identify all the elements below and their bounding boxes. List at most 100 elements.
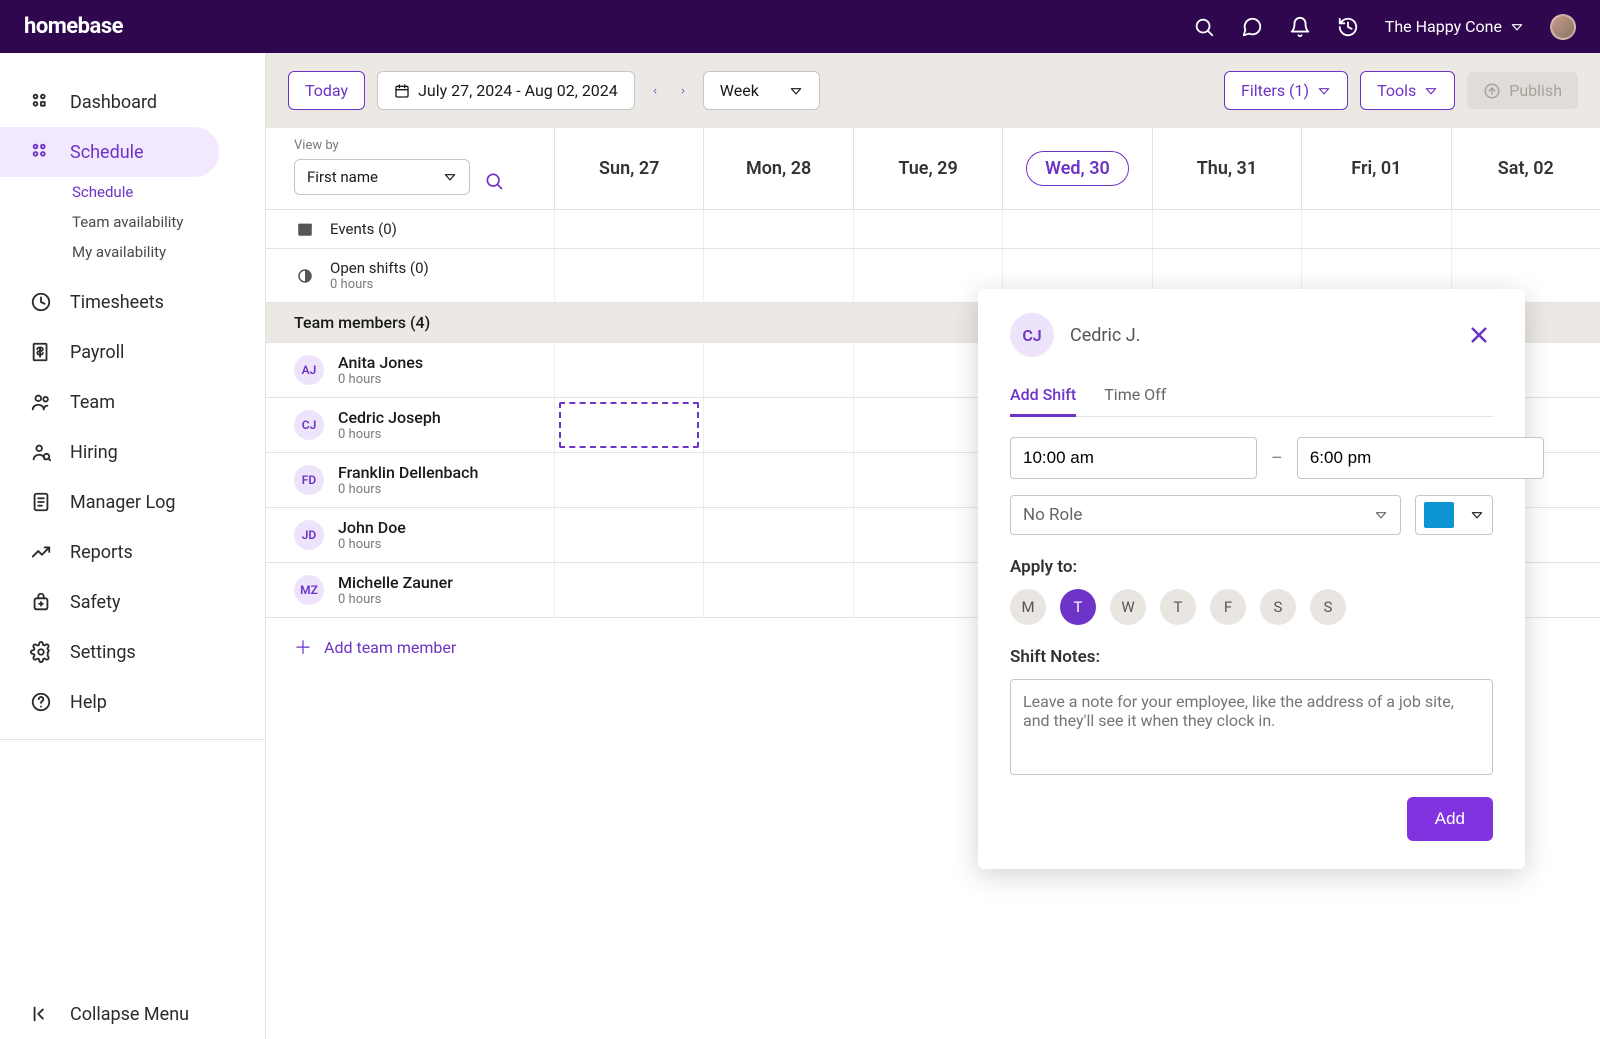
day-chip-m[interactable]: M [1010,589,1046,625]
nav-team[interactable]: Team [0,377,265,427]
events-label: Events (0) [330,220,397,238]
cell[interactable] [1152,210,1301,248]
day-chip-f[interactable]: F [1210,589,1246,625]
cell[interactable] [703,210,852,248]
nav-payroll[interactable]: Payroll [0,327,265,377]
subnav-schedule[interactable]: Schedule [0,177,265,207]
viewby-label: View by [294,138,540,153]
member-name[interactable]: Cedric Joseph [338,408,441,427]
sidebar: Dashboard Schedule Schedule Team availab… [0,53,266,1039]
collapse-menu[interactable]: Collapse Menu [0,989,265,1039]
nav-settings[interactable]: Settings [0,627,265,677]
cell[interactable] [703,249,852,302]
history-icon[interactable] [1337,16,1359,38]
chevron-down-icon [789,84,803,98]
daterange-picker[interactable]: July 27, 2024 - Aug 02, 2024 [377,71,635,110]
day-chip-t[interactable]: T [1060,589,1096,625]
nav-hiring[interactable]: Hiring [0,427,265,477]
color-select[interactable] [1415,495,1493,535]
tab-time-off[interactable]: Time Off [1104,375,1166,417]
cell[interactable] [554,508,703,562]
cell[interactable] [703,343,852,397]
cell[interactable] [853,210,1002,248]
day-chip-w[interactable]: W [1110,589,1146,625]
divider [0,739,265,740]
cell[interactable] [554,210,703,248]
tools-button[interactable]: Tools [1360,71,1455,110]
notes-label: Shift Notes: [1010,647,1493,667]
today-button[interactable]: Today [288,71,365,110]
subnav-team-availability[interactable]: Team availability [0,207,265,237]
cell[interactable] [554,249,703,302]
day-header: Mon, 28 [703,128,852,209]
cell[interactable] [1301,210,1450,248]
nav-manager-log[interactable]: Manager Log [0,477,265,527]
member-hours: 0 hours [338,592,453,607]
team-icon [30,391,52,413]
day-chip-s2[interactable]: S [1310,589,1346,625]
member-name[interactable]: Anita Jones [338,353,423,372]
nav-schedule[interactable]: Schedule [0,127,219,177]
payroll-icon [30,341,52,363]
nav-label: Help [70,692,107,713]
next-week[interactable] [675,83,691,99]
end-time-input[interactable] [1297,437,1544,479]
publish-label: Publish [1509,81,1562,100]
viewby-select[interactable]: First name [294,159,470,195]
company-switcher[interactable]: The Happy Cone [1385,17,1524,36]
nav-safety[interactable]: Safety [0,577,265,627]
prev-week[interactable] [647,83,663,99]
nav-help[interactable]: Help [0,677,265,727]
member-avatar: CJ [294,410,324,440]
nav-timesheets[interactable]: Timesheets [0,277,265,327]
plus-icon: ＋ [294,634,312,660]
cell[interactable] [554,563,703,617]
cell[interactable] [1451,210,1600,248]
color-swatch [1424,502,1454,528]
member-name[interactable]: John Doe [338,518,406,537]
chevron-down-icon [443,170,457,184]
start-time-input[interactable] [1010,437,1257,479]
open-shifts-sub: 0 hours [330,277,429,292]
popup-avatar: CJ [1010,313,1054,357]
cell[interactable] [1002,210,1151,248]
day-chip-s[interactable]: S [1260,589,1296,625]
cell[interactable] [703,508,852,562]
cell[interactable] [703,453,852,507]
subnav-my-availability[interactable]: My availability [0,237,265,267]
notes-textarea[interactable] [1010,679,1493,775]
member-name[interactable]: Franklin Dellenbach [338,463,478,482]
search-members-icon[interactable] [484,171,504,195]
role-label: No Role [1023,505,1082,525]
cell[interactable] [703,563,852,617]
cell[interactable] [554,343,703,397]
granularity-select[interactable]: Week [703,71,820,110]
bell-icon[interactable] [1289,16,1311,38]
cell[interactable] [554,453,703,507]
tools-label: Tools [1377,81,1416,100]
avatar[interactable] [1550,14,1576,40]
tab-add-shift[interactable]: Add Shift [1010,375,1076,417]
close-icon [1467,323,1491,347]
filters-button[interactable]: Filters (1) [1224,71,1348,110]
nav-reports[interactable]: Reports [0,527,265,577]
close-button[interactable] [1465,321,1493,349]
day-header: Fri, 01 [1301,128,1450,209]
member-hours: 0 hours [338,482,478,497]
search-icon[interactable] [1193,16,1215,38]
logo: homebase [24,14,123,39]
member-name[interactable]: Michelle Zauner [338,573,453,592]
add-shift-popup: CJ Cedric J. Add Shift Time Off – No Rol… [978,289,1525,869]
log-icon [30,491,52,513]
role-select[interactable]: No Role [1010,495,1401,535]
reports-icon [30,541,52,563]
member-hours: 0 hours [338,537,406,552]
day-chip-t2[interactable]: T [1160,589,1196,625]
add-button[interactable]: Add [1407,797,1493,841]
nav-dashboard[interactable]: Dashboard [0,77,265,127]
team-section-label: Team members (4) [266,303,554,342]
cell[interactable] [703,398,852,452]
chat-icon[interactable] [1241,16,1263,38]
nav-label: Safety [70,592,120,613]
cell-drop-target[interactable] [554,398,703,452]
